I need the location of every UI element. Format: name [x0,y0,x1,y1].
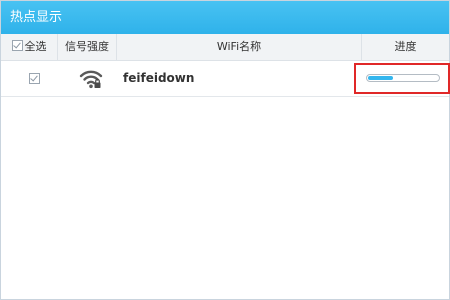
wifi-name-header: WiFi名称 [117,34,362,60]
row-signal-cell [58,61,117,96]
row-ssid-cell: feifeidown [117,61,362,96]
select-all-header[interactable]: 全选 [1,34,58,60]
progress-header: 进度 [394,40,417,53]
progress-bar-fill [368,76,393,80]
signal-header: 信号强度 [58,34,117,60]
window-title: 热点显示 [10,10,63,25]
title-bar: 热点显示 [1,1,449,34]
select-all-label: 全选 [24,40,47,53]
row-checkbox[interactable] [29,73,40,84]
row-progress-cell [354,61,450,96]
ssid-text: feifeidown [123,71,195,85]
progress-bar [366,74,440,82]
table-header: 全选 信号强度 WiFi名称 进度 [1,34,449,61]
hotspot-window: 热点显示 全选 信号强度 WiFi名称 进度 feifeidown [0,0,450,300]
wifi-locked-icon [79,70,103,89]
table-row[interactable]: feifeidown [1,61,450,97]
select-all-checkbox[interactable] [11,40,23,51]
row-select-cell [1,61,58,96]
